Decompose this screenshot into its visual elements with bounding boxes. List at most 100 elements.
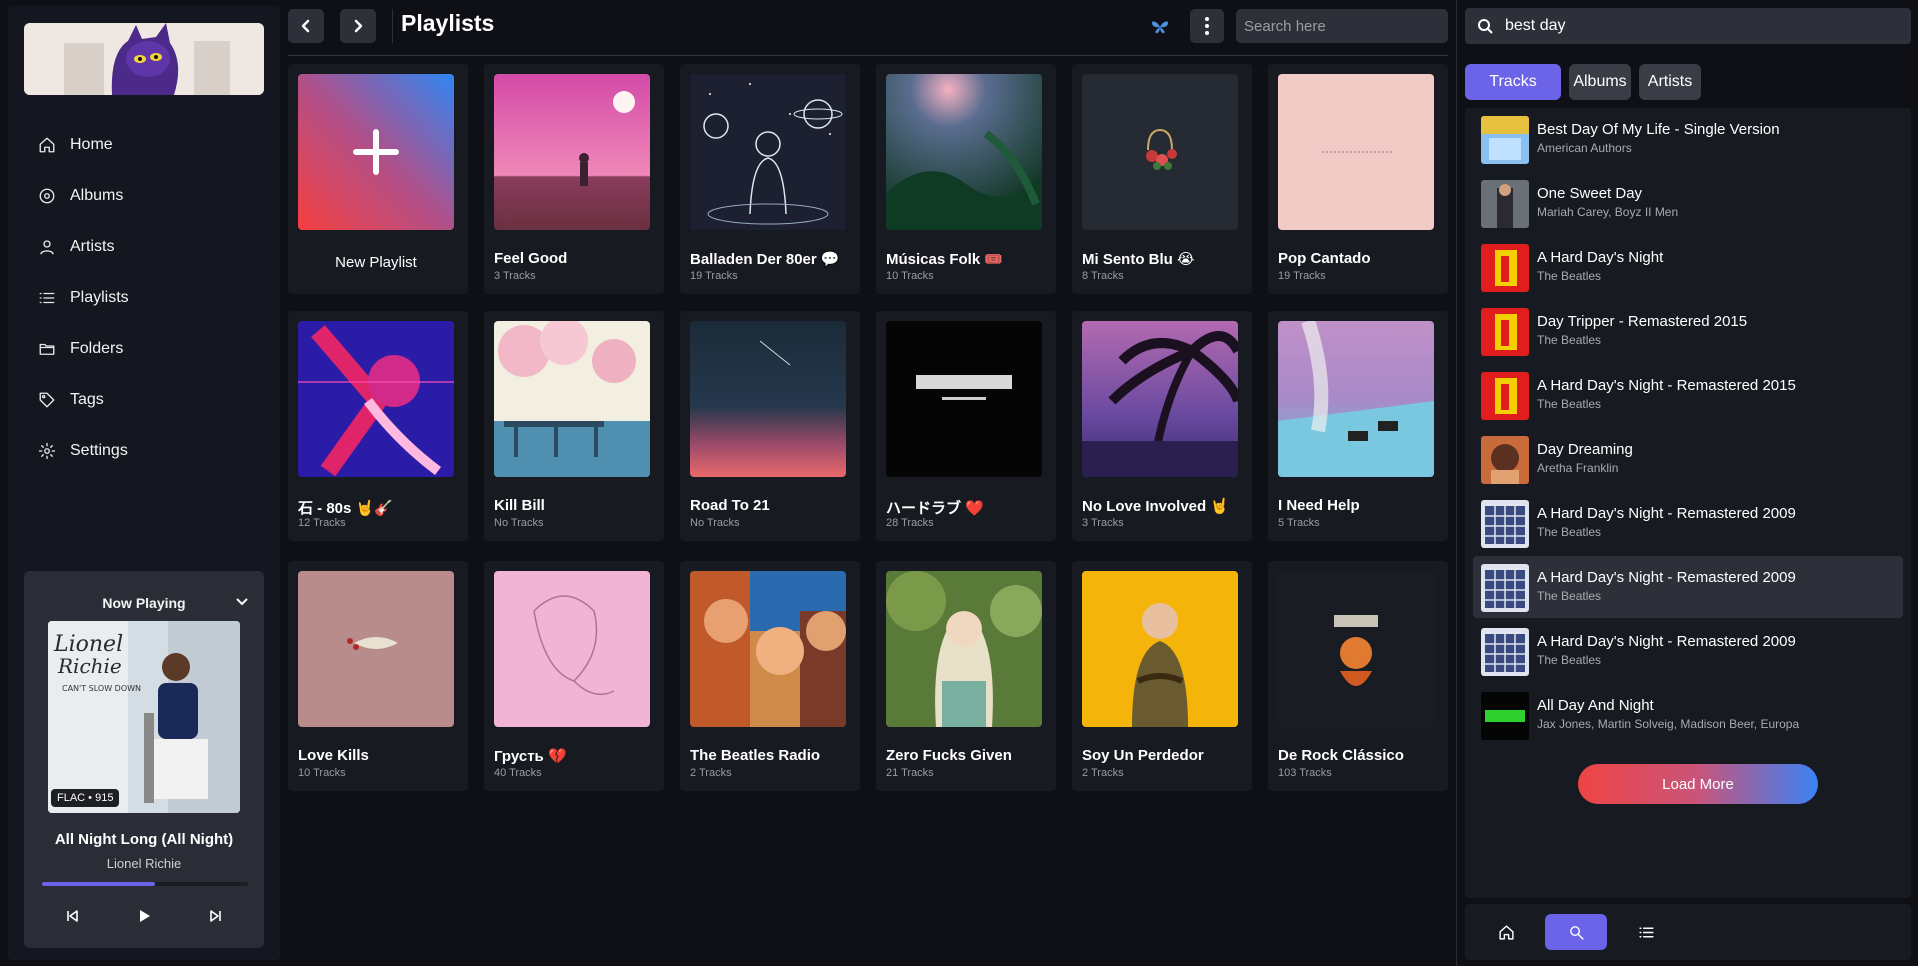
playlist-track-count: 2 Tracks <box>690 767 732 779</box>
playlist-card[interactable]: Mi Sento Blu 😭 8 Tracks <box>1072 64 1252 294</box>
list-item[interactable]: One Sweet Day Mariah Carey, Boyz II Men <box>1473 172 1903 234</box>
playlist-title: Love Kills <box>298 747 369 764</box>
playlist-art <box>494 74 650 230</box>
chevron-down-icon[interactable] <box>234 593 250 609</box>
list-item[interactable]: A Hard Day's Night - Remastered 2009 The… <box>1473 620 1903 682</box>
list-item[interactable]: A Hard Day's Night - Remastered 2009 The… <box>1473 556 1903 618</box>
playlist-card[interactable]: The Beatles Radio 2 Tracks <box>680 561 860 791</box>
playlist-card[interactable]: No Love Involved 🤘 3 Tracks <box>1072 311 1252 541</box>
playlist-card[interactable]: Músicas Folk 🎟️ 10 Tracks <box>876 64 1056 294</box>
track-title: Best Day Of My Life - Single Version <box>1537 121 1780 138</box>
new-playlist-art <box>298 74 454 230</box>
page-title: Playlists <box>401 10 495 36</box>
now-playing-artist[interactable]: Lionel Richie <box>24 856 264 871</box>
home-icon <box>1498 924 1514 940</box>
playlist-title: Balladen Der 80er 💬 <box>690 251 840 268</box>
search-input[interactable] <box>1505 8 1905 44</box>
track-art <box>1481 500 1529 548</box>
forward-button[interactable] <box>340 9 376 43</box>
playlist-card[interactable]: Road To 21 No Tracks <box>680 311 860 541</box>
now-playing-panel: Now Playing Lionel Richie CAN'T SLOW DOW… <box>24 571 264 948</box>
gear-icon <box>38 442 56 459</box>
nav-item-tags[interactable]: Tags <box>8 374 280 425</box>
track-art <box>1481 180 1529 228</box>
track-artist: American Authors <box>1537 141 1632 155</box>
now-playing-cover[interactable]: Lionel Richie CAN'T SLOW DOWN <box>48 621 240 813</box>
tag-icon <box>39 392 55 407</box>
previous-button[interactable] <box>57 901 87 931</box>
tab-albums[interactable]: Albums <box>1569 64 1631 100</box>
disc-icon <box>39 188 55 203</box>
track-title: A Hard Day's Night - Remastered 2015 <box>1537 377 1796 394</box>
list-item[interactable]: A Hard Day's Night - Remastered 2009 The… <box>1473 492 1903 554</box>
nav-item-folders[interactable]: Folders <box>8 323 280 374</box>
playlist-art <box>494 571 650 727</box>
list-item[interactable]: Best Day Of My Life - Single Version Ame… <box>1473 108 1903 170</box>
playlist-card[interactable]: 石 - 80s 🤘🎸 12 Tracks <box>288 311 468 541</box>
nav-item-settings[interactable]: Settings <box>8 425 280 476</box>
nav-label: Artists <box>70 237 115 255</box>
playlist-art <box>1082 74 1238 230</box>
track-title: One Sweet Day <box>1537 185 1643 202</box>
search-box <box>1465 8 1911 44</box>
list-item[interactable]: A Hard Day's Night The Beatles <box>1473 236 1903 298</box>
playlist-card[interactable]: Pop Cantado 19 Tracks <box>1268 64 1448 294</box>
progress-bar[interactable] <box>42 882 248 886</box>
list-item[interactable]: Day Dreaming Aretha Franklin <box>1473 428 1903 490</box>
search-panel: Tracks Albums Artists Best Day Of My Lif… <box>1456 0 1918 966</box>
track-title: A Hard Day's Night <box>1537 249 1664 266</box>
playlist-art <box>690 571 846 727</box>
track-art <box>1481 116 1529 164</box>
playlist-art <box>1082 571 1238 727</box>
nav-item-playlists[interactable]: Playlists <box>8 272 280 323</box>
playlist-card[interactable]: Zero Fucks Given 21 Tracks <box>876 561 1056 791</box>
home-tab-button[interactable] <box>1475 914 1537 950</box>
more-options-button[interactable] <box>1190 9 1224 43</box>
playlist-art <box>494 321 650 477</box>
playlist-card[interactable]: Feel Good 3 Tracks <box>484 64 664 294</box>
playlist-card[interactable]: Balladen Der 80er 💬 19 Tracks <box>680 64 860 294</box>
track-title: Day Tripper - Remastered 2015 <box>1537 313 1748 330</box>
playlist-card[interactable]: De Rock Clássico 103 Tracks <box>1268 561 1448 791</box>
load-more-button[interactable]: Load More <box>1578 764 1818 804</box>
tab-artists[interactable]: Artists <box>1639 64 1701 100</box>
playlist-card[interactable]: I Need Help 5 Tracks <box>1268 311 1448 541</box>
back-button[interactable] <box>288 9 324 43</box>
list-icon <box>39 292 55 303</box>
track-artist: Aretha Franklin <box>1537 461 1619 475</box>
playlist-title: ハードラブ ❤️ <box>886 500 984 517</box>
divider <box>392 9 393 43</box>
track-artist: The Beatles <box>1537 269 1602 283</box>
playlist-card[interactable]: ハードラブ ❤️ 28 Tracks <box>876 311 1056 541</box>
butterfly-icon[interactable] <box>1150 17 1170 37</box>
search-tab-button[interactable] <box>1545 914 1607 950</box>
playlist-track-count: 5 Tracks <box>1278 517 1320 529</box>
list-item[interactable]: All Day And Night Jax Jones, Martin Solv… <box>1473 684 1903 746</box>
search-input[interactable] <box>1236 9 1448 43</box>
playlist-card[interactable]: Kill Bill No Tracks <box>484 311 664 541</box>
tab-tracks[interactable]: Tracks <box>1465 64 1561 100</box>
chevron-right-icon <box>354 19 363 33</box>
playlist-card[interactable]: Грусть 💔 40 Tracks <box>484 561 664 791</box>
playlist-card[interactable]: Love Kills 10 Tracks <box>288 561 468 791</box>
nav-item-artists[interactable]: Artists <box>8 221 280 272</box>
app-logo <box>24 23 264 95</box>
nav-item-albums[interactable]: Albums <box>8 170 280 221</box>
play-button[interactable] <box>129 901 159 931</box>
playlist-card[interactable]: Soy Un Perdedor 2 Tracks <box>1072 561 1252 791</box>
track-title: A Hard Day's Night - Remastered 2009 <box>1537 505 1796 522</box>
user-icon <box>40 239 54 254</box>
next-button[interactable] <box>201 901 231 931</box>
playlist-track-count: 8 Tracks <box>1082 270 1124 282</box>
track-art <box>1481 436 1529 484</box>
playlist-track-count: 19 Tracks <box>1278 270 1326 282</box>
new-playlist-card[interactable]: New Playlist <box>288 64 468 294</box>
track-title: A Hard Day's Night - Remastered 2009 <box>1537 633 1796 650</box>
list-item[interactable]: A Hard Day's Night - Remastered 2015 The… <box>1473 364 1903 426</box>
queue-tab-button[interactable] <box>1615 914 1677 950</box>
playlist-track-count: 40 Tracks <box>494 767 542 779</box>
playlist-track-count: 21 Tracks <box>886 767 934 779</box>
list-item[interactable]: Day Tripper - Remastered 2015 The Beatle… <box>1473 300 1903 362</box>
playlist-art <box>1278 321 1434 477</box>
nav-item-home[interactable]: Home <box>8 119 280 170</box>
